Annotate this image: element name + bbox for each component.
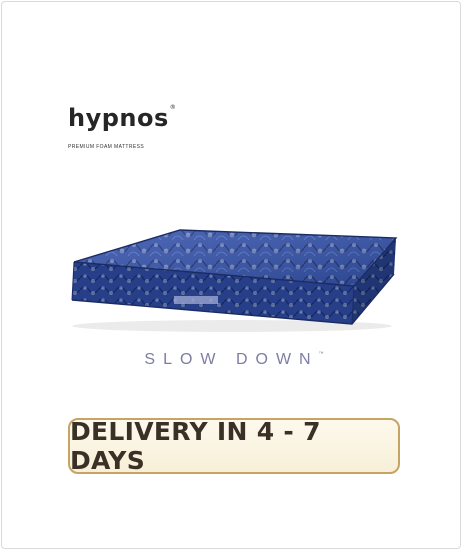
brand-logo: hypnos® <box>68 104 176 132</box>
mattress-image <box>71 229 398 332</box>
brand-name: hypnos <box>68 104 169 132</box>
product-card: hypnos® PREMIUM FOAM MATTRESS SLOW DOWN™… <box>1 1 461 549</box>
delivery-badge: DELIVERY IN 4 - 7 DAYS <box>68 417 400 475</box>
slogan-text: SLOW DOWN <box>144 351 319 368</box>
brand-trademark: ® <box>169 104 177 111</box>
slogan: SLOW DOWN™ <box>2 351 464 369</box>
slogan-trademark: ™ <box>318 351 324 357</box>
brand-tagline: PREMIUM FOAM MATTRESS <box>68 144 145 150</box>
